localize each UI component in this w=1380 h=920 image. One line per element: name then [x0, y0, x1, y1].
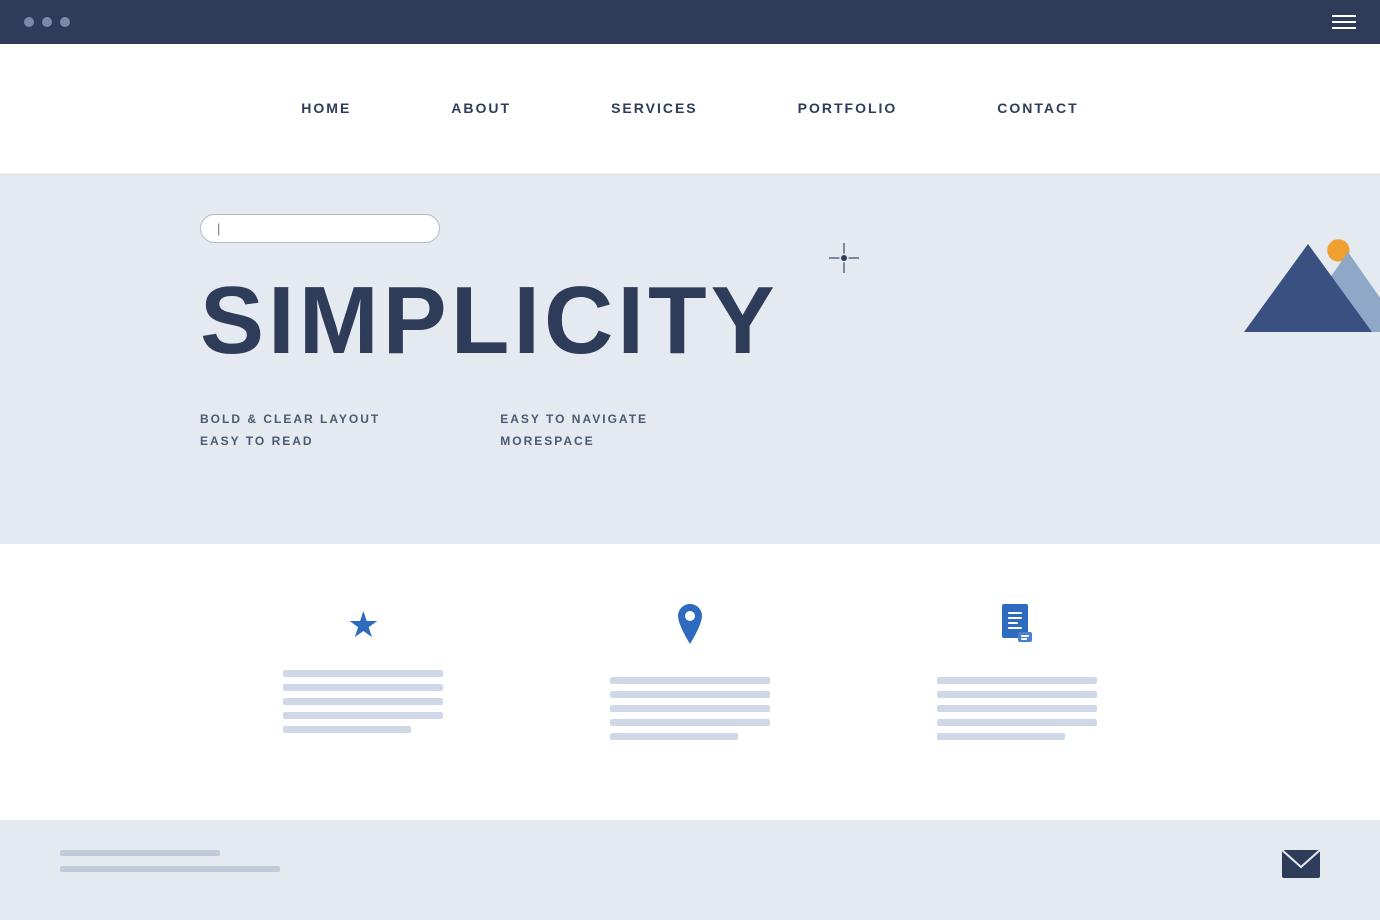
feature-line — [283, 698, 443, 705]
feature-line — [610, 719, 770, 726]
footer-line-1 — [60, 850, 220, 856]
nav-item-home[interactable]: HOME — [301, 100, 351, 118]
nav-item-contact[interactable]: CONTACT — [997, 100, 1078, 118]
hero-feature-1-line1: BOLD & CLEAR LAYOUT — [200, 409, 380, 431]
nav-link-contact[interactable]: CONTACT — [997, 100, 1078, 116]
document-icon — [1000, 604, 1034, 653]
hero-feature-2-line1: EASY TO NAVIGATE — [500, 409, 648, 431]
nav-item-about[interactable]: ABOUT — [451, 100, 511, 118]
mountain-svg — [1220, 214, 1380, 354]
main-nav: HOME ABOUT SERVICES PORTFOLIO CONTACT — [0, 44, 1380, 174]
feature-line — [937, 705, 1097, 712]
star-icon: ★ — [347, 604, 379, 646]
footer — [0, 820, 1380, 920]
feature-card-3 — [917, 604, 1117, 740]
nav-link-portfolio[interactable]: PORTFOLIO — [798, 100, 898, 116]
location-icon — [674, 604, 706, 653]
topbar-dot-1 — [24, 17, 34, 27]
hero-title-container: SIMPLICITY — [200, 273, 779, 409]
feature-line — [283, 684, 443, 691]
hero-feature-2-line2: MORESPACE — [500, 431, 648, 453]
features-inner: ★ — [140, 604, 1240, 740]
hero-feature-2: EASY TO NAVIGATE MORESPACE — [500, 409, 648, 452]
hero-title: SIMPLICITY — [200, 273, 779, 369]
feature-line — [610, 691, 770, 698]
hero-feature-1: BOLD & CLEAR LAYOUT EASY TO READ — [200, 409, 380, 452]
feature-line — [283, 712, 443, 719]
topbar-dot-2 — [42, 17, 52, 27]
hero-feature-1-line2: EASY TO READ — [200, 431, 380, 453]
feature-line — [610, 705, 770, 712]
topbar-dots — [24, 17, 70, 27]
feature-3-lines — [937, 677, 1097, 740]
mountain-illustration — [1220, 214, 1380, 359]
nav-link-services[interactable]: SERVICES — [611, 100, 698, 116]
feature-1-lines — [283, 670, 443, 733]
email-icon[interactable] — [1282, 850, 1320, 885]
hamburger-line-3 — [1332, 27, 1356, 29]
footer-left — [60, 850, 280, 872]
hamburger-line-2 — [1332, 21, 1356, 23]
feature-line — [937, 677, 1097, 684]
nav-item-portfolio[interactable]: PORTFOLIO — [798, 100, 898, 118]
feature-card-2 — [590, 604, 790, 740]
sparkle-decoration — [829, 243, 859, 273]
hero-content: SIMPLICITY BOLD & CLEAR LAYOUT EASY TO R… — [140, 214, 1240, 452]
nav-link-about[interactable]: ABOUT — [451, 100, 511, 116]
feature-line — [937, 733, 1065, 740]
features-section: ★ — [0, 544, 1380, 820]
topbar-dot-3 — [60, 17, 70, 27]
hero-section: SIMPLICITY BOLD & CLEAR LAYOUT EASY TO R… — [0, 174, 1380, 544]
hamburger-line-1 — [1332, 15, 1356, 17]
feature-2-lines — [610, 677, 770, 740]
feature-line — [283, 726, 411, 733]
feature-line — [937, 719, 1097, 726]
nav-link-home[interactable]: HOME — [301, 100, 351, 116]
feature-line — [937, 691, 1097, 698]
nav-item-services[interactable]: SERVICES — [611, 100, 698, 118]
feature-line — [610, 733, 738, 740]
hero-features: BOLD & CLEAR LAYOUT EASY TO READ EASY TO… — [200, 409, 1180, 452]
hamburger-menu-button[interactable] — [1332, 15, 1356, 29]
nav-list: HOME ABOUT SERVICES PORTFOLIO CONTACT — [301, 100, 1078, 118]
hero-search-input[interactable] — [200, 214, 440, 243]
feature-line — [283, 670, 443, 677]
footer-line-2 — [60, 866, 280, 872]
feature-line — [610, 677, 770, 684]
feature-card-1: ★ — [263, 604, 463, 740]
topbar — [0, 0, 1380, 44]
